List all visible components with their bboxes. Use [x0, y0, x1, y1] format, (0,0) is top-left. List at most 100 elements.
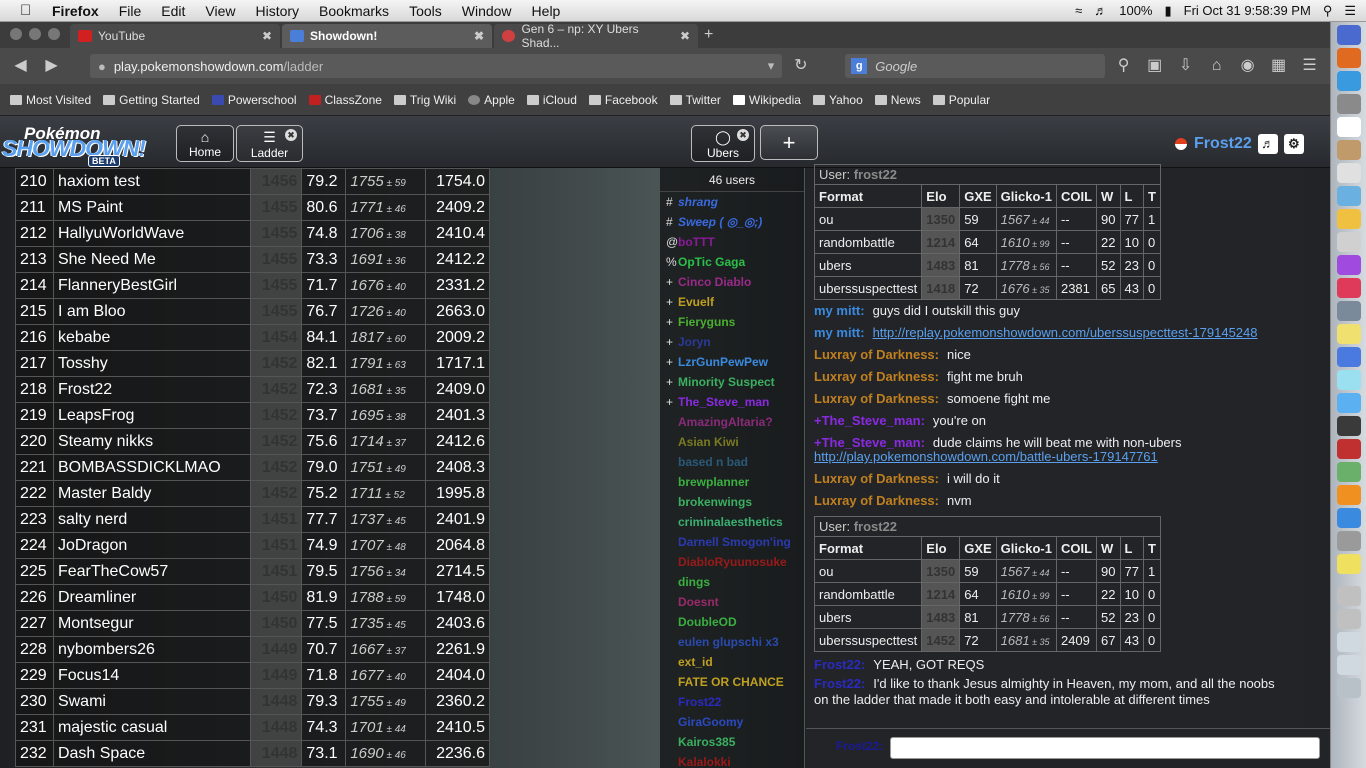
clock-icon[interactable] — [1337, 163, 1361, 183]
back-icon[interactable]: ◀ — [8, 54, 33, 78]
contacts-icon[interactable] — [1337, 140, 1361, 160]
home-icon[interactable]: ⌂ — [1204, 54, 1229, 78]
ladder-row[interactable]: 213 She Need Me 1455 73.3 1691 ± 36 2412.2 — [15, 246, 490, 273]
player-name[interactable]: She Need Me — [52, 246, 251, 273]
close-tab-icon[interactable]: ✖ — [262, 29, 272, 43]
user-list-item[interactable]: AmazingAltaria? — [660, 412, 804, 432]
zoom-window-icon[interactable] — [48, 28, 60, 40]
player-name[interactable]: HallyuWorldWave — [52, 220, 251, 247]
user-list-item[interactable]: %OpTic Gaga — [660, 252, 804, 272]
ladder-row[interactable]: 228 nybombers26 1449 70.7 1667 ± 37 2261.9 — [15, 636, 490, 663]
player-name[interactable]: Dash Space — [52, 740, 251, 767]
user-list-item[interactable]: Kalalokki — [660, 752, 804, 768]
bookmark-facebook[interactable]: Facebook — [588, 93, 658, 107]
stickies-icon[interactable] — [1337, 324, 1361, 344]
menu-app-name[interactable]: Firefox — [52, 3, 99, 19]
downloads-stack-icon[interactable] — [1337, 586, 1361, 606]
close-icon[interactable]: ✖ — [737, 129, 749, 141]
player-name[interactable]: MS Paint — [52, 194, 251, 221]
folder-stack-icon[interactable] — [1337, 632, 1361, 652]
new-room-button[interactable]: + — [760, 125, 818, 160]
ladder-row[interactable]: 212 HallyuWorldWave 1455 74.8 1706 ± 38 2410.… — [15, 220, 490, 247]
help-icon[interactable] — [1337, 609, 1361, 629]
ladder-row[interactable]: 225 FearTheCow57 1451 79.5 1756 ± 34 2714.5 — [15, 558, 490, 585]
bookmark-icon[interactable]: ▣ — [1142, 54, 1167, 78]
clock[interactable]: Fri Oct 31 9:58:39 PM — [1184, 3, 1311, 18]
chat-username[interactable]: Luxray of Darkness: — [814, 391, 939, 406]
player-name[interactable]: I am Bloo — [52, 298, 251, 325]
notes-icon[interactable] — [1337, 209, 1361, 229]
player-name[interactable]: Steamy nikks — [52, 428, 251, 455]
player-name[interactable]: haxiom test — [52, 168, 251, 195]
menu-edit[interactable]: Edit — [161, 3, 185, 19]
player-name[interactable]: LeapsFrog — [52, 402, 251, 429]
ladder-row[interactable]: 214 FlanneryBestGirl 1455 71.7 1676 ± 40 2331… — [15, 272, 490, 299]
search-icon[interactable]: ⚲ — [1111, 54, 1136, 78]
photos-icon[interactable] — [1337, 370, 1361, 390]
user-list-item[interactable]: based n bad — [660, 452, 804, 472]
close-window-icon[interactable] — [10, 28, 22, 40]
user-list-item[interactable]: criminalaesthetics — [660, 512, 804, 532]
user-list-item[interactable]: GiraGoomy — [660, 712, 804, 732]
firefox-icon[interactable] — [1337, 48, 1361, 68]
bookmark-twitter[interactable]: Twitter — [669, 93, 721, 107]
player-name[interactable]: Master Baldy — [52, 480, 251, 507]
wifi-icon[interactable]: ≈ — [1075, 3, 1082, 18]
user-list-item[interactable]: brewplanner — [660, 472, 804, 492]
home-tab[interactable]: ⌂ Home — [176, 125, 234, 162]
chat-link[interactable]: http://play.pokemonshowdown.com/battle-u… — [814, 449, 1158, 464]
ladder-row[interactable]: 227 Montsegur 1450 77.5 1735 ± 45 2403.6 — [15, 610, 490, 637]
user-list-item[interactable]: + Joryn — [660, 332, 804, 352]
player-name[interactable]: nybombers26 — [52, 636, 251, 663]
gear-icon[interactable]: ⚙ — [1283, 134, 1304, 154]
apple-icon[interactable]:  — [20, 2, 42, 19]
user-list-item[interactable]: @boTTT — [660, 232, 804, 252]
bookmark-powerschool[interactable]: Powerschool — [211, 93, 297, 107]
ladder-row[interactable]: 218 Frost22 1452 72.3 1681 ± 35 2409.0 — [15, 376, 490, 403]
menu-file[interactable]: File — [119, 3, 142, 19]
tab-battle[interactable]: Gen 6 – np: XY Ubers Shad... ✖ — [494, 22, 698, 50]
ubers-room-tab[interactable]: ◯ Ubers ✖ — [691, 125, 755, 162]
volume-icon[interactable]: ♬ — [1094, 3, 1107, 18]
chat-username[interactable]: my mitt: — [814, 325, 865, 340]
ladder-row[interactable]: 223 salty nerd 1451 77.7 1737 ± 45 2401.9 — [15, 506, 490, 533]
user-list-item[interactable]: Darnell Smogon'ing — [660, 532, 804, 552]
tab-showdown[interactable]: Showdown! ✖ — [282, 24, 492, 48]
ladder-row[interactable]: 216 kebabe 1454 84.1 1817 ± 60 2009.2 — [15, 324, 490, 351]
menu-icon[interactable]: ☰ — [1297, 54, 1322, 78]
downloads-icon[interactable]: ⇩ — [1173, 54, 1198, 78]
spotlight-icon[interactable]: ⚲ — [1323, 3, 1333, 19]
url-dropdown-icon[interactable]: ▾ — [768, 58, 775, 74]
chat-username[interactable]: Luxray of Darkness: — [814, 369, 939, 384]
chat-username[interactable]: Luxray of Darkness: — [814, 471, 939, 486]
player-name[interactable]: salty nerd — [52, 506, 251, 533]
user-list-item[interactable]: DoubleOD — [660, 612, 804, 632]
calendar-icon[interactable] — [1337, 117, 1361, 137]
user-list-item[interactable]: ext_id — [660, 652, 804, 672]
player-name[interactable]: Tosshy — [52, 350, 251, 377]
photo-booth-icon[interactable] — [1337, 439, 1361, 459]
user-list-item[interactable]: Doesnt — [660, 592, 804, 612]
menu-view[interactable]: View — [205, 3, 235, 19]
menu-window[interactable]: Window — [462, 3, 512, 19]
ladder-row[interactable]: 215 I am Bloo 1455 76.7 1726 ± 40 2663.0 — [15, 298, 490, 325]
player-name[interactable]: BOMBASSDICKLMAO — [52, 454, 251, 481]
menu-history[interactable]: History — [255, 3, 299, 19]
reload-icon[interactable]: ↻ — [788, 54, 813, 78]
player-name[interactable]: Montsegur — [52, 610, 251, 637]
user-list-item[interactable]: DiabloRyuunosuke — [660, 552, 804, 572]
chat-link[interactable]: http://replay.pokemonshowdown.com/uberss… — [873, 325, 1258, 340]
user-list-item[interactable]: dings — [660, 572, 804, 592]
preview-icon[interactable] — [1337, 232, 1361, 252]
close-tab-icon[interactable]: ✖ — [474, 29, 484, 43]
chat-username[interactable]: Frost22: — [814, 657, 865, 672]
player-name[interactable]: majestic casual — [52, 714, 251, 741]
chat-username[interactable]: Frost22: — [814, 676, 865, 691]
stats-icon[interactable] — [1337, 255, 1361, 275]
forward-icon[interactable]: ▶ — [39, 54, 64, 78]
ladder-row[interactable]: 211 MS Paint 1455 80.6 1771 ± 46 2409.2 — [15, 194, 490, 221]
player-name[interactable]: Dreamliner — [52, 584, 251, 611]
user-list-item[interactable]: brokenwings — [660, 492, 804, 512]
battery-icon[interactable]: ▮ — [1164, 3, 1171, 19]
app-store-icon[interactable] — [1337, 508, 1361, 528]
